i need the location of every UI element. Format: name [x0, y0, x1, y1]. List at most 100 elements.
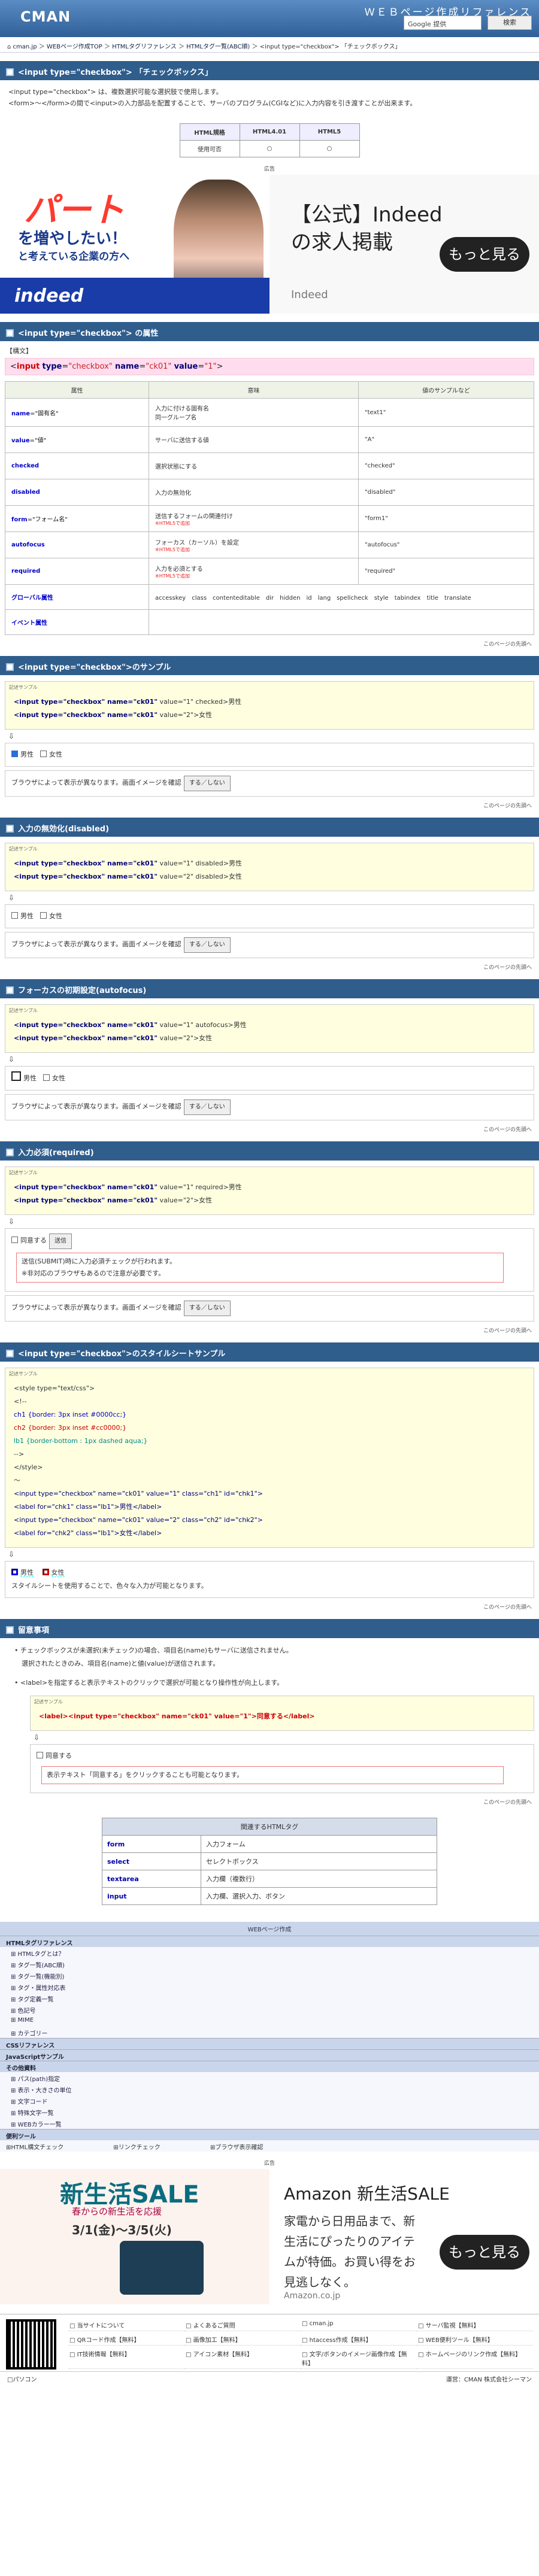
code-tag: <input type="checkbox" name="ck01"	[14, 859, 158, 867]
nav-item[interactable]: ⊞ 特殊文字一覧	[0, 2106, 539, 2118]
attr-name: disabled	[5, 479, 149, 506]
section-header: <input type="checkbox">のスタイルシートサンプル	[0, 1342, 539, 1362]
section-icon	[6, 68, 14, 76]
nav-category[interactable]: CSSリファレンス	[0, 2038, 539, 2049]
nav-item[interactable]: ⊞ WEBカラー一覧	[0, 2118, 539, 2129]
code-line: ～	[14, 1477, 20, 1484]
checkbox[interactable]	[11, 1071, 21, 1081]
ad-headline: 【公式】Indeedの求人掲載	[291, 203, 443, 254]
footer-link[interactable]: □ htaccess作成【無料】	[301, 2334, 417, 2346]
breadcrumb-item[interactable]: WEBページ作成TOP	[47, 44, 102, 50]
nav-category[interactable]: 便利ツール	[0, 2129, 539, 2140]
checkbox-label[interactable]: 男性	[20, 751, 34, 758]
to-top-link[interactable]: このページの先頭へ	[0, 1598, 539, 1611]
ad-text[interactable]: Amazon 新生活SALE 家電から日用品まで、新生活にぴったりのアイテムが特…	[270, 2169, 539, 2304]
nav-item[interactable]: ⊞ MIME	[0, 2015, 539, 2027]
checkbox-label[interactable]: 同意する	[20, 1237, 47, 1244]
code-line: <input type="checkbox" name="ck01" value…	[14, 698, 242, 706]
breadcrumb-item[interactable]: HTMLタグリファレンス	[112, 44, 177, 50]
footer-link[interactable]: □ サーバ監視【無料】	[417, 2319, 533, 2331]
footer-link[interactable]: □ QRコード作成【無料】	[68, 2334, 184, 2346]
footer-link[interactable]: □ 当サイトについて	[68, 2319, 184, 2331]
footer-link[interactable]: □ 文字/ボタンのイメージ画像作成【無料】	[301, 2348, 417, 2369]
section-icon	[6, 1350, 14, 1357]
nav-item[interactable]: ⊞ タグ一覧(ABC順)	[0, 1958, 539, 1970]
toggle-button[interactable]: する／しない	[183, 1301, 231, 1316]
to-top-link[interactable]: このページの先頭へ	[0, 958, 539, 971]
toggle-button[interactable]: する／しない	[183, 776, 231, 791]
pc-link[interactable]: □パソコン	[7, 2374, 37, 2383]
nav-item[interactable]: ⊞ 色記号	[0, 2004, 539, 2015]
related-tag-link[interactable]: form	[102, 1835, 201, 1853]
to-top-link[interactable]: このページの先頭へ	[0, 1793, 539, 1806]
footer-link[interactable]: □ アイコン素材【無料】	[184, 2348, 301, 2369]
submit-button[interactable]: 送信	[49, 1234, 72, 1249]
footer-link[interactable]: □ WEB便利ツール【無料】	[417, 2334, 533, 2346]
checkbox[interactable]	[11, 912, 18, 919]
nav-item[interactable]: ⊞ 文字コード	[0, 2095, 539, 2106]
checkbox-label[interactable]: 女性	[49, 912, 62, 920]
table-row: required 入力を必須とする ※HTML5で追加 "required"	[5, 558, 534, 585]
nav-item[interactable]: ⊞ タグ定義一覧	[0, 1992, 539, 2004]
nav-item[interactable]: ⊞ 表示・大きさの単位	[0, 2083, 539, 2095]
to-top-link[interactable]: このページの先頭へ	[0, 797, 539, 809]
ad-text[interactable]: 【公式】Indeedの求人掲載 Indeed もっと見る	[270, 175, 539, 314]
checkbox[interactable]	[40, 912, 47, 919]
footer-link[interactable]: □ cman.jp	[301, 2319, 417, 2331]
checkbox-label[interactable]: 女性	[51, 1569, 65, 1577]
nav-category[interactable]: JavaScriptサンプル	[0, 2049, 539, 2061]
ad-more-button[interactable]: もっと見る	[440, 2235, 529, 2270]
checkbox-label[interactable]: 女性	[52, 1074, 65, 1082]
tool-link[interactable]: ⊞ブラウザ表示確認	[210, 2144, 287, 2151]
search-button[interactable]: 検索	[487, 16, 532, 30]
code-block: <input type="checkbox" name="ck01" value…	[9, 1019, 530, 1045]
checkbox[interactable]	[11, 1237, 18, 1243]
ad-image[interactable]: パート を増やしたい！ と考えている企業の方へ indeed	[0, 175, 270, 314]
to-top-link[interactable]: このページの先頭へ	[0, 1120, 539, 1133]
search-input[interactable]: Google 提供	[404, 16, 482, 30]
nav-item[interactable]: ⊞ HTMLタグとは？	[0, 1947, 539, 1958]
footer-link[interactable]: □ 画像加工【無料】	[184, 2334, 301, 2346]
toggle-button[interactable]: する／しない	[183, 1099, 231, 1115]
checkbox[interactable]	[11, 1569, 18, 1575]
indeed-ad[interactable]: パート を増やしたい！ と考えている企業の方へ indeed 【公式】Indee…	[0, 175, 539, 314]
checkbox[interactable]	[43, 1074, 50, 1081]
footer-link[interactable]: □ ホームページのリンク作成【無料】	[417, 2348, 533, 2369]
nav-item[interactable]: ⊞ タグ一覧(機能別)	[0, 1970, 539, 1981]
attr-meaning: フォーカス（カーソル）を設定 ※HTML5で追加	[149, 531, 359, 558]
checkbox[interactable]	[42, 1569, 49, 1575]
checkbox-label[interactable]: 同意する	[46, 1752, 72, 1760]
ad-image[interactable]: 新生活SALE 春からの新生活を応援 3/1(金)～3/5(火)	[0, 2169, 270, 2304]
ad-more-button[interactable]: もっと見る	[440, 237, 529, 272]
nav-item[interactable]: ⊞ カテゴリー	[0, 2027, 539, 2038]
checkbox[interactable]	[40, 751, 47, 757]
amazon-ad[interactable]: 新生活SALE 春からの新生活を応援 3/1(金)～3/5(火) Amazon …	[0, 2169, 539, 2304]
nav-item[interactable]: ⊞ タグ・属性対応表	[0, 1981, 539, 1992]
breadcrumb-item[interactable]: HTMLタグ一覧(ABC順)	[186, 44, 250, 50]
toggle-button[interactable]: する／しない	[183, 937, 231, 953]
checkbox-label[interactable]: 男性	[20, 912, 34, 920]
checkbox-label[interactable]: 男性	[23, 1074, 37, 1082]
related-tag-link[interactable]: textarea	[102, 1870, 201, 1888]
nav-category[interactable]: その他資料	[0, 2061, 539, 2072]
to-top-link[interactable]: このページの先頭へ	[0, 635, 539, 648]
checkbox-label[interactable]: 男性	[20, 1569, 34, 1577]
to-top-link[interactable]: このページの先頭へ	[0, 1322, 539, 1334]
nav-category[interactable]: HTMLタグリファレンス	[0, 1936, 539, 1947]
site-logo[interactable]: CMAN	[20, 8, 71, 25]
checkbox[interactable]	[37, 1752, 43, 1758]
footer-link[interactable]: □ よくあるご質問	[184, 2319, 301, 2331]
related-tag-link[interactable]: input	[102, 1887, 201, 1905]
nav-item[interactable]: ⊞ パス(path)指定	[0, 2072, 539, 2083]
code-line: <input type="checkbox" name="ck01" value…	[14, 1196, 213, 1204]
related-tag-link[interactable]: select	[102, 1852, 201, 1870]
breadcrumb-home[interactable]: cman.jp	[13, 44, 37, 50]
tool-link[interactable]: ⊞リンクチェック	[113, 2144, 184, 2151]
footer-link[interactable]: □ IT技術情報【無料】	[68, 2348, 184, 2369]
code-block: <input type="checkbox" name="ck01" value…	[9, 857, 530, 883]
tool-link[interactable]: ⊞HTML構文チェック	[6, 2144, 87, 2151]
syntax-tag: input	[16, 362, 40, 371]
checkbox[interactable]	[11, 751, 18, 757]
compat-header: HTML5	[299, 123, 360, 141]
checkbox-label[interactable]: 女性	[49, 751, 62, 758]
